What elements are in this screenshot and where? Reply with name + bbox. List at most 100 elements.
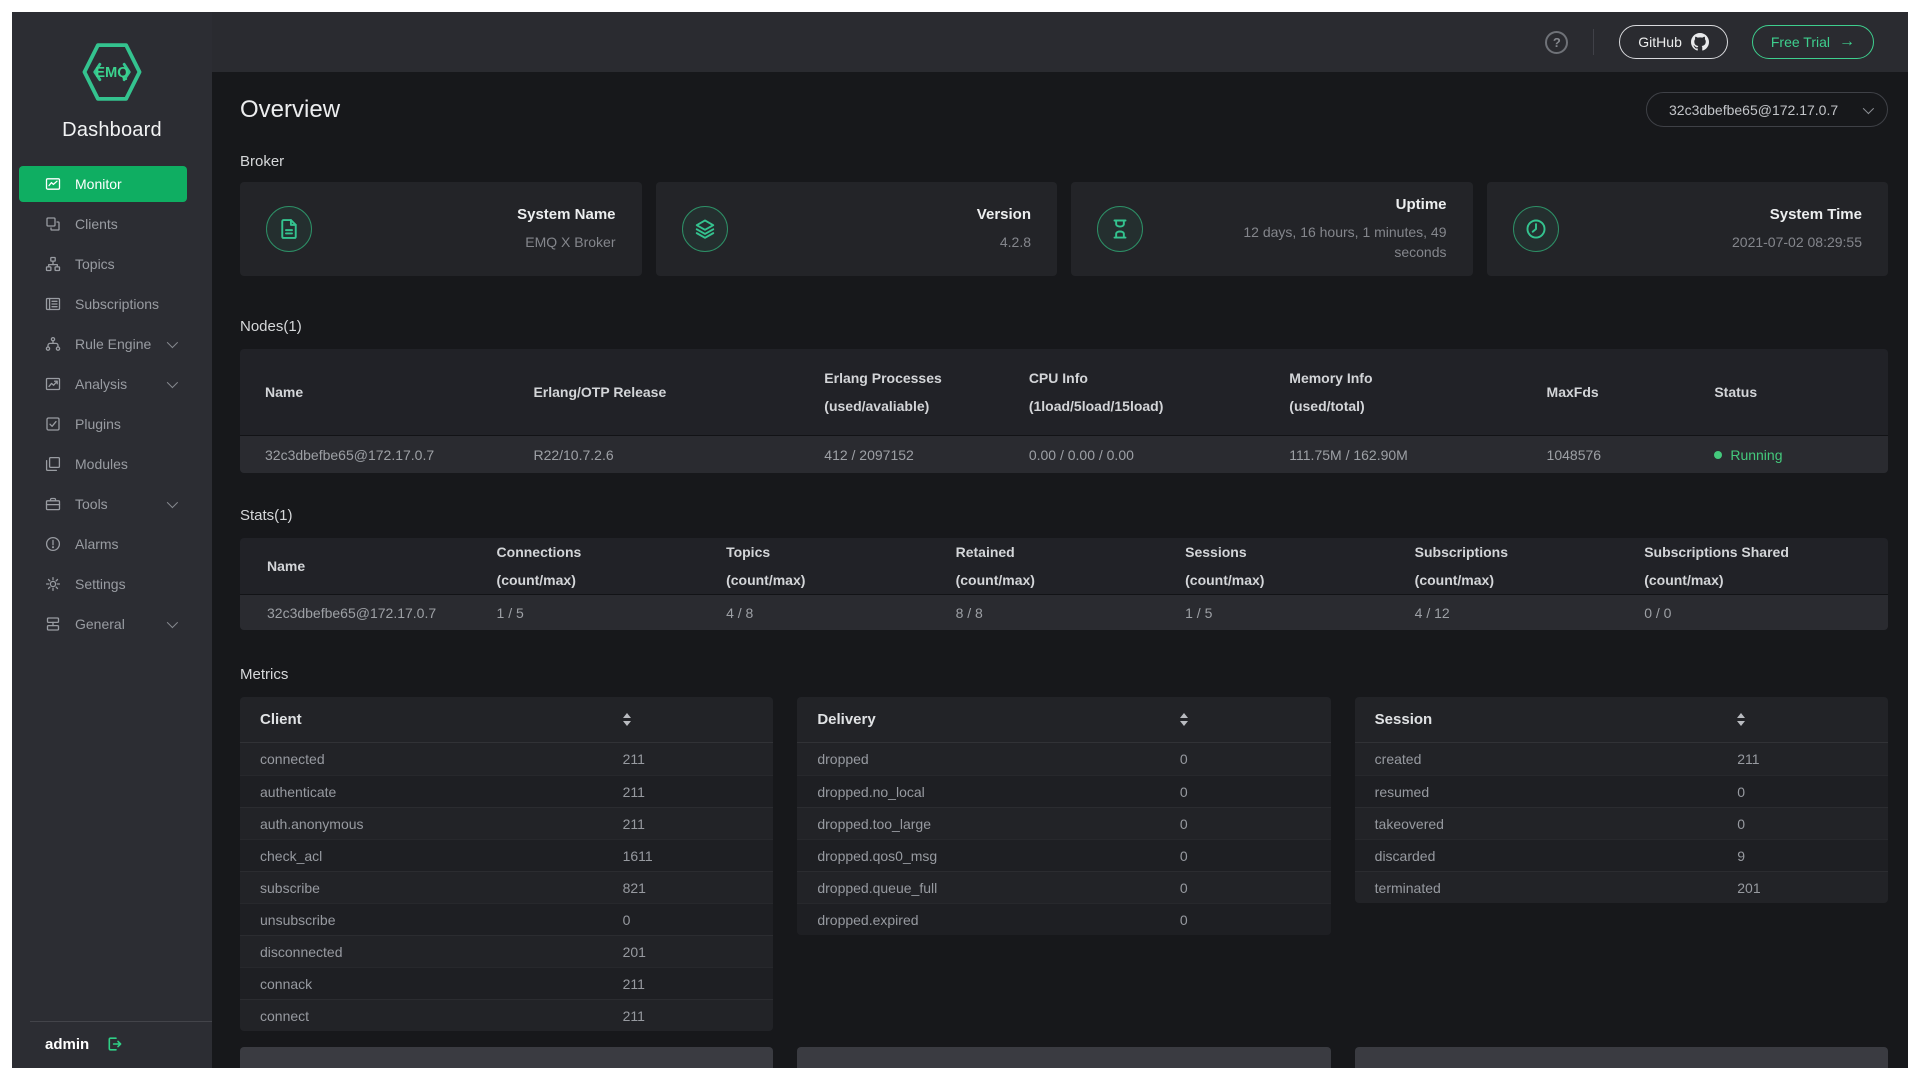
metrics-delivery-body: dropped 0 dropped.no_local 0 dropped.too… [797,743,1330,935]
free-trial-button[interactable]: Free Trial → [1752,25,1874,59]
metric-key: connected [260,751,623,767]
modules-icon [45,456,61,472]
help-icon[interactable]: ? [1545,31,1568,54]
metric-key: authenticate [260,784,623,800]
metric-value: 0 [1180,784,1311,800]
metrics-client-title: Client [260,711,623,728]
node-erlang-otp: R22/10.7.2.6 [533,447,824,463]
metric-row: connack 211 [240,967,773,999]
nodes-section-title: Nodes(1) [240,318,1888,335]
app-title: Dashboard [12,119,212,142]
monitor-icon [45,176,61,192]
system-time-card: System Time 2021-07-02 08:29:55 [1487,182,1889,276]
github-button[interactable]: GitHub [1619,25,1728,59]
app-window: EMQ Dashboard Monitor Clients Topics Sub… [12,12,1908,1068]
metric-row: dropped.qos0_msg 0 [797,839,1330,871]
plugins-icon [45,416,61,432]
metric-row: check_acl 1611 [240,839,773,871]
metrics-section-title: Metrics [240,666,1888,683]
metrics-session-title: Session [1375,711,1738,728]
sidebar-item-tools[interactable]: Tools [19,486,187,522]
metric-row: terminated 201 [1355,871,1888,903]
stats-connections: 1 / 5 [497,605,727,621]
sidebar-item-general[interactable]: General [19,606,187,642]
metric-key: discarded [1375,848,1738,864]
nodes-table-header: Name Erlang/OTP Release Erlang Processes… [240,349,1888,435]
next-table-partial [797,1047,1330,1068]
stats-section-title: Stats(1) [240,507,1888,524]
sort-icon[interactable] [1180,713,1188,726]
broker-section-title: Broker [240,153,1888,170]
chevron-down-icon [167,337,178,348]
metric-key: dropped.expired [817,912,1180,928]
metrics-table-delivery: Delivery dropped 0 dropped.no_local [797,697,1330,935]
uptime-card: Uptime 12 days, 16 hours, 1 minutes, 49 … [1071,182,1473,276]
page-title: Overview [240,96,340,124]
chevron-down-icon [1863,102,1874,113]
metric-key: takeovered [1375,816,1738,832]
node-cpu: 0.00 / 0.00 / 0.00 [1029,447,1289,463]
metric-value: 9 [1737,848,1868,864]
metric-key: subscribe [260,880,623,896]
sidebar-item-rule-engine[interactable]: Rule Engine [19,326,187,362]
sort-icon[interactable] [1737,713,1745,726]
metric-key: unsubscribe [260,912,623,928]
sidebar-item-alarms[interactable]: Alarms [19,526,187,562]
metric-key: disconnected [260,944,623,960]
sidebar-item-modules[interactable]: Modules [19,446,187,482]
metric-row: unsubscribe 0 [240,903,773,935]
metric-row: resumed 0 [1355,775,1888,807]
sidebar-item-analysis[interactable]: Analysis [19,366,187,402]
metric-value: 821 [623,880,754,896]
metrics-table-session: Session created 211 resumed [1355,697,1888,903]
node-select-dropdown[interactable]: 32c3dbefbe65@172.17.0.7 [1646,92,1888,127]
sidebar-item-monitor[interactable]: Monitor [19,166,187,202]
node-processes: 412 / 2097152 [824,447,1029,463]
metric-value: 211 [623,816,754,832]
metric-value: 201 [1737,880,1868,896]
sidebar-item-topics[interactable]: Topics [19,246,187,282]
node-name: 32c3dbefbe65@172.17.0.7 [265,447,533,463]
arrow-right-icon: → [1839,34,1855,50]
sort-icon[interactable] [623,713,631,726]
stats-retained: 8 / 8 [956,605,1186,621]
metric-row: auth.anonymous 211 [240,807,773,839]
metric-key: resumed [1375,784,1738,800]
sidebar-item-settings[interactable]: Settings [19,566,187,602]
metric-row: dropped.queue_full 0 [797,871,1330,903]
status-dot-icon [1714,451,1722,459]
logout-icon[interactable] [105,1035,123,1053]
metric-key: dropped.no_local [817,784,1180,800]
node-memory: 111.75M / 162.90M [1289,447,1546,463]
brand-area: EMQ Dashboard [12,12,212,142]
current-user: admin [45,1036,89,1053]
metric-row: authenticate 211 [240,775,773,807]
stats-sessions: 1 / 5 [1185,605,1415,621]
clock-icon [1513,206,1559,252]
system-name-card: System Name EMQ X Broker [240,182,642,276]
metric-row: dropped.too_large 0 [797,807,1330,839]
metric-row: takeovered 0 [1355,807,1888,839]
sidebar-item-plugins[interactable]: Plugins [19,406,187,442]
metric-row: connected 211 [240,743,773,775]
svg-text:EMQ: EMQ [95,65,129,81]
nodes-table-row: 32c3dbefbe65@172.17.0.7 R22/10.7.2.6 412… [240,435,1888,473]
main-area: ? GitHub Free Trial → Overview 32c3dbefb… [212,12,1908,1068]
analysis-icon [45,376,61,392]
metric-row: dropped 0 [797,743,1330,775]
metric-value: 0 [1180,912,1311,928]
metric-value: 201 [623,944,754,960]
sidebar-item-clients[interactable]: Clients [19,206,187,242]
metric-key: created [1375,751,1738,767]
settings-icon [45,576,61,592]
subscriptions-icon [45,296,61,312]
next-table-partial [240,1047,773,1068]
sidebar-menu: Monitor Clients Topics Subscriptions Rul… [12,166,212,1021]
metric-value: 0 [1180,751,1311,767]
metric-key: check_acl [260,848,623,864]
metric-value: 211 [623,751,754,767]
sidebar-item-subscriptions[interactable]: Subscriptions [19,286,187,322]
stats-name: 32c3dbefbe65@172.17.0.7 [267,605,497,621]
metric-key: terminated [1375,880,1738,896]
metric-value: 1611 [623,848,754,864]
